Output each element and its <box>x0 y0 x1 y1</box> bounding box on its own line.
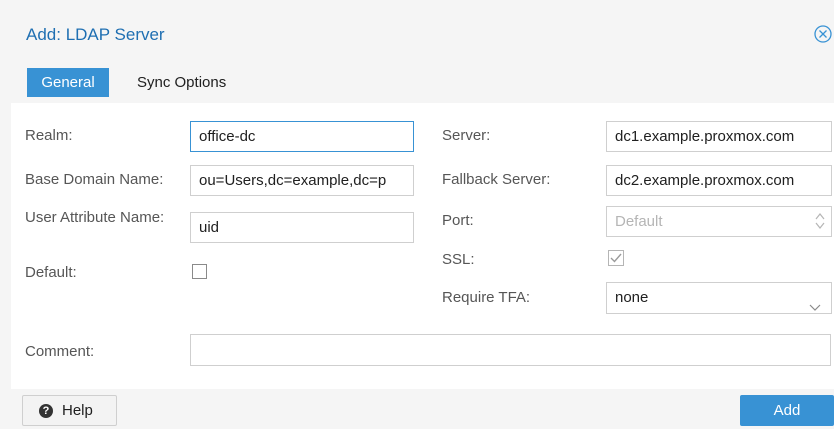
spinner-arrows-icon[interactable] <box>815 211 825 236</box>
ssl-checkbox[interactable] <box>608 250 624 269</box>
default-label: Default: <box>25 264 77 281</box>
user-attr-label: User Attribute Name: <box>25 209 165 226</box>
server-input[interactable]: dc1.example.proxmox.com <box>606 121 832 152</box>
server-label: Server: <box>442 127 491 144</box>
require-tfa-label: Require TFA: <box>442 289 531 306</box>
help-button[interactable]: ? Help <box>22 395 117 426</box>
fallback-server-input[interactable]: dc2.example.proxmox.com <box>606 165 832 196</box>
add-button[interactable]: Add <box>740 395 834 426</box>
base-dn-input[interactable]: ou=Users,dc=example,dc=p <box>190 165 414 196</box>
help-button-label: Help <box>62 402 93 419</box>
dialog-header: Add: LDAP Server <box>0 0 834 60</box>
require-tfa-value: none <box>615 289 649 306</box>
default-checkbox[interactable] <box>192 264 207 279</box>
dialog-title: Add: LDAP Server <box>26 25 165 44</box>
form-panel: Realm: office-dc Base Domain Name: ou=Us… <box>11 103 834 389</box>
realm-input[interactable]: office-dc <box>190 121 414 152</box>
realm-label: Realm: <box>25 127 73 144</box>
fallback-server-label: Fallback Server: <box>442 171 551 188</box>
tab-general[interactable]: General <box>27 68 109 97</box>
chevron-down-icon[interactable] <box>809 293 821 313</box>
comment-label: Comment: <box>25 343 95 360</box>
ssl-label: SSL: <box>442 251 475 268</box>
question-circle-icon: ? <box>39 404 53 418</box>
port-label: Port: <box>442 212 474 229</box>
dialog-footer: ? Help Add <box>0 389 834 429</box>
user-attr-input[interactable]: uid <box>190 212 414 243</box>
close-icon[interactable] <box>813 24 833 44</box>
port-placeholder: Default <box>615 213 663 230</box>
tab-bar: General Sync Options <box>0 60 834 103</box>
tab-sync-options[interactable]: Sync Options <box>125 68 238 97</box>
port-input[interactable]: Default <box>606 206 832 237</box>
base-dn-label: Base Domain Name: <box>25 171 164 188</box>
ldap-server-dialog: Add: LDAP Server General Sync Options Re… <box>0 0 834 429</box>
comment-input[interactable] <box>190 334 831 366</box>
require-tfa-select[interactable]: none <box>606 282 832 314</box>
